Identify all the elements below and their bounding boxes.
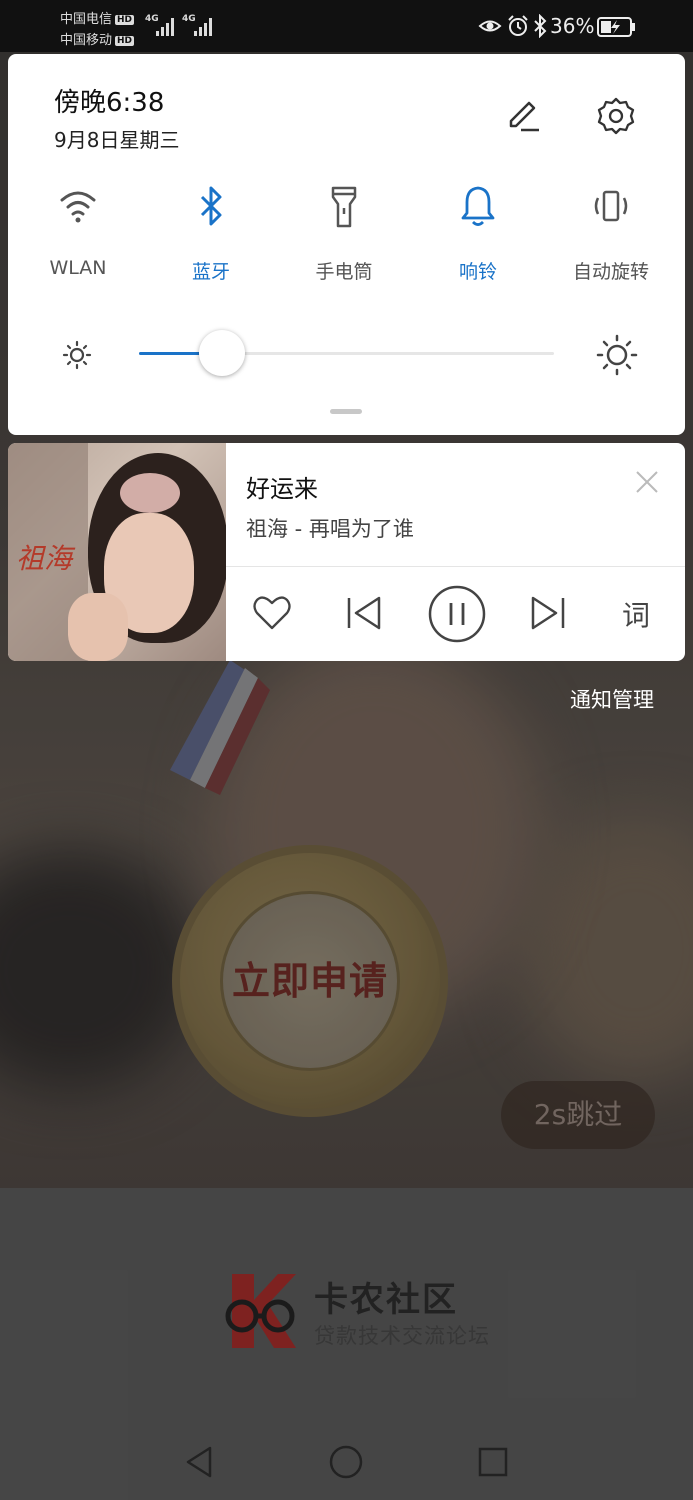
album-art[interactable]: 祖海 (8, 443, 226, 661)
alarm-icon (508, 15, 528, 36)
battery-percent: 36% (550, 14, 595, 38)
tile-label: 自动旋转 (572, 261, 649, 283)
recents-icon[interactable] (473, 1442, 513, 1482)
carrier-2: 中国移动 HD (60, 33, 135, 48)
favorite-heart-icon[interactable] (252, 583, 292, 645)
album-art-artist-text: 祖海 (16, 542, 73, 575)
next-track-icon[interactable] (528, 583, 568, 645)
tile-label: 手电筒 (315, 261, 373, 283)
tile-wlan[interactable]: WLAN (13, 184, 143, 284)
tile-flashlight[interactable]: 手电筒 (279, 184, 409, 284)
song-artist-album: 祖海 - 再唱为了谁 (246, 517, 414, 541)
divider (226, 566, 685, 567)
signal-1-icon (156, 18, 174, 36)
tile-ring[interactable]: 响铃 (413, 184, 543, 284)
status-bar: 中国电信 HD 中国移动 HD 4G 4G 36% (0, 0, 693, 52)
panel-drag-handle[interactable] (330, 409, 362, 414)
carrier-1: 中国电信 HD (60, 12, 135, 27)
clock-time[interactable]: 傍晚6:38 (54, 82, 164, 119)
navigation-bar (0, 1420, 693, 1500)
previous-track-icon[interactable] (344, 583, 384, 645)
tile-label: WLAN (49, 257, 107, 279)
bluetooth-icon (200, 186, 222, 226)
edit-pencil-icon[interactable] (503, 96, 543, 136)
notification-manage-link[interactable]: 通知管理 (570, 684, 654, 714)
battery-charging-icon (597, 17, 635, 37)
bell-icon (461, 186, 495, 226)
wifi-icon (60, 191, 96, 223)
tile-bluetooth[interactable]: 蓝牙 (146, 184, 276, 284)
quick-settings-panel: 傍晚6:38 9月8日星期三 WLAN 蓝牙 手电筒 响铃 自动旋转 (8, 54, 685, 435)
brightness-high-icon (596, 334, 638, 376)
pause-icon[interactable] (426, 583, 488, 645)
settings-gear-icon[interactable] (596, 96, 636, 136)
home-icon[interactable] (326, 1442, 366, 1482)
signal-2-icon (194, 18, 212, 36)
tile-label: 响铃 (458, 261, 497, 283)
song-title: 好运来 (246, 475, 318, 503)
back-icon[interactable] (180, 1442, 220, 1482)
tile-label: 蓝牙 (191, 261, 230, 283)
auto-rotate-icon (594, 190, 628, 222)
flashlight-icon (331, 186, 357, 228)
brightness-low-icon (62, 340, 92, 370)
clock-date[interactable]: 9月8日星期三 (54, 124, 179, 153)
tile-auto-rotate[interactable]: 自动旋转 (546, 184, 676, 284)
bluetooth-status-icon (534, 14, 547, 38)
eye-comfort-icon (478, 20, 502, 32)
close-icon[interactable] (632, 467, 662, 497)
brightness-thumb[interactable] (199, 330, 245, 376)
music-notification[interactable]: 祖海 好运来 祖海 - 再唱为了谁 词 (8, 443, 685, 661)
lyrics-button[interactable]: 词 (622, 594, 650, 634)
